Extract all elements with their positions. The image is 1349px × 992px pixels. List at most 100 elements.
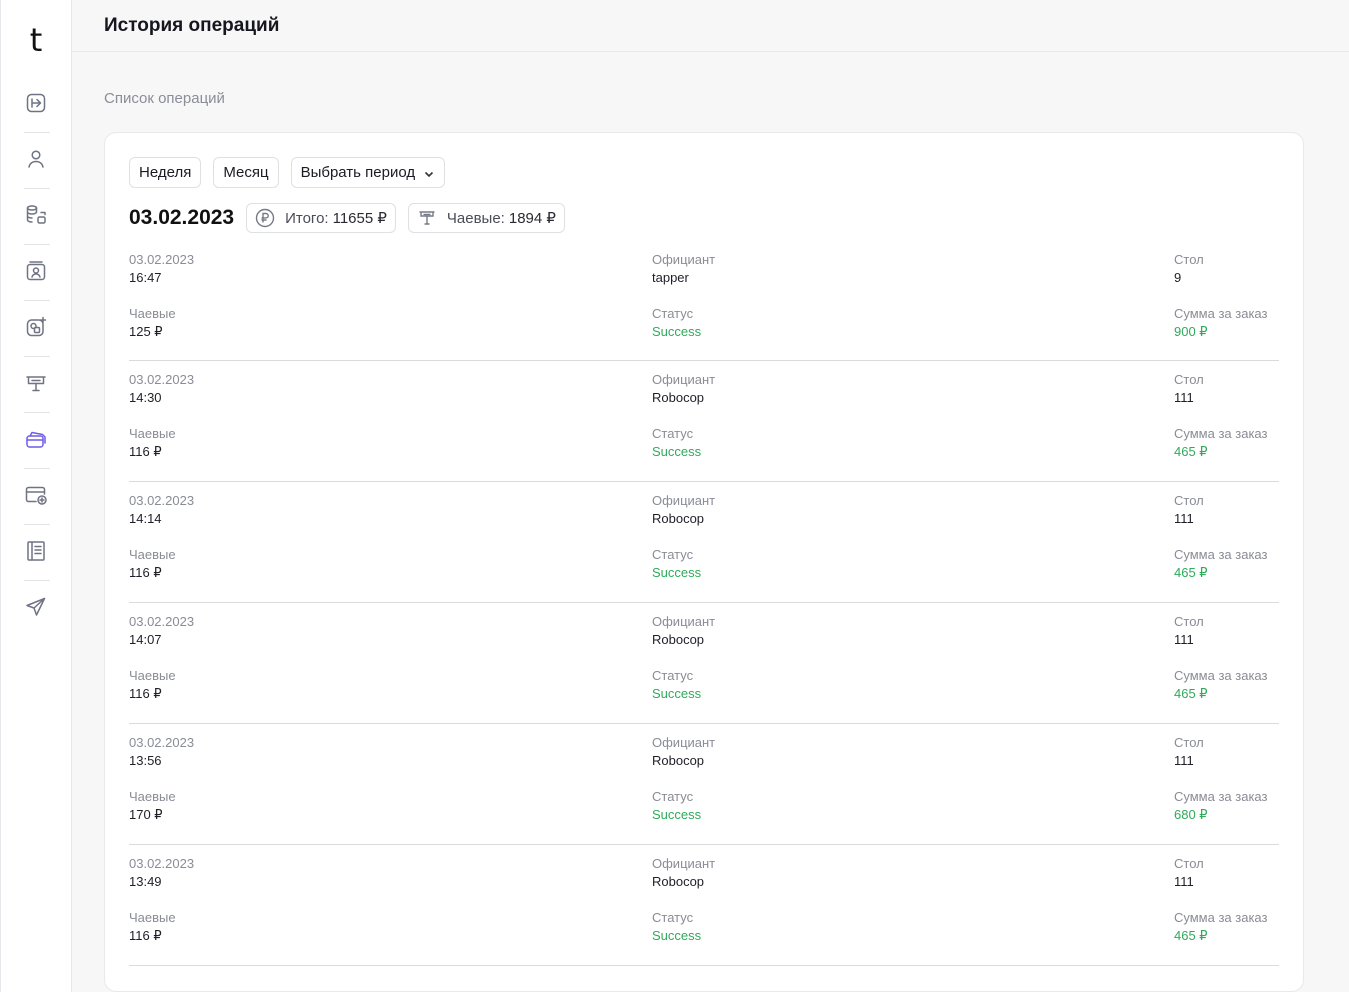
login-icon: [24, 91, 48, 120]
status-value: Success: [652, 928, 702, 943]
tips-chip: Чаевые: 1894 ₽: [407, 203, 565, 233]
week-filter-button[interactable]: Неделя: [129, 157, 202, 188]
chevron-down-icon: [423, 167, 435, 179]
operation-row[interactable]: 03.02.2023 14:30 Официант Robocop Стол 111 …: [129, 361, 1279, 482]
profile-card-icon: [24, 259, 48, 288]
status-value: Success: [652, 324, 702, 339]
op-table: Стол 111: [1174, 855, 1204, 891]
waiter-value: Robocop: [652, 632, 705, 647]
operation-row[interactable]: 03.02.2023 13:56 Официант Robocop Стол 111 …: [129, 724, 1279, 845]
sidebar-item-card-add[interactable]: [1, 469, 71, 525]
group-date: 03.02.2023: [129, 206, 235, 229]
sidebar-item-presentation[interactable]: [1, 357, 71, 413]
op-time: 14:14: [129, 511, 162, 526]
tips-field-label: Чаевые: [129, 668, 176, 683]
order-sum-value: 465 ₽: [1174, 565, 1208, 580]
op-table: Стол 111: [1174, 492, 1204, 528]
op-datetime: 03.02.2023 14:30: [129, 371, 194, 407]
order-sum-value: 900 ₽: [1174, 324, 1208, 339]
tips-label: Чаевые:: [446, 209, 505, 227]
tips-field-label: Чаевые: [129, 789, 176, 804]
op-tips: Чаевые 116 ₽: [129, 425, 176, 461]
status-value: Success: [652, 565, 702, 580]
tips-field-label: Чаевые: [129, 547, 176, 562]
tips-field-value: 116 ₽: [129, 928, 162, 943]
operation-row[interactable]: 03.02.2023 13:49 Официант Robocop Стол 111 …: [129, 845, 1279, 966]
op-table: Стол 111: [1174, 613, 1204, 649]
op-tips: Чаевые 116 ₽: [129, 909, 176, 945]
month-filter-button[interactable]: Месяц: [213, 157, 279, 188]
section-label: Список операций: [104, 90, 225, 107]
sidebar-item-login[interactable]: [1, 77, 71, 133]
op-status: Статус Success: [652, 788, 701, 824]
tips-field-value: 116 ₽: [129, 444, 162, 459]
sidebar-item-cards[interactable]: [1, 413, 71, 469]
day-summary: 03.02.2023 Итого: 11655 ₽ Чаевые: 1894 ₽: [129, 203, 1279, 233]
select-period-label: Выбрать период: [300, 164, 416, 181]
op-table: Стол 9: [1174, 251, 1204, 287]
order-sum-value: 465 ₽: [1174, 928, 1208, 943]
op-waiter: Официант Robocop: [652, 371, 715, 407]
table-value: 9: [1174, 270, 1182, 285]
select-period-dropdown[interactable]: Выбрать период: [290, 157, 446, 188]
op-date: 03.02.2023: [129, 493, 195, 508]
tips-field-value: 116 ₽: [129, 565, 162, 580]
status-value: Success: [652, 807, 702, 822]
op-status: Статус Success: [652, 425, 701, 461]
op-datetime: 03.02.2023 13:56: [129, 734, 194, 770]
op-sum: Сумма за заказ 465 ₽: [1174, 667, 1267, 703]
sidebar-item-user[interactable]: [1, 133, 71, 189]
content: Список операций Неделя Месяц Выбрать пер…: [72, 52, 1349, 992]
table-label: Стол: [1174, 856, 1204, 871]
op-waiter: Официант tapper: [652, 251, 715, 287]
op-status: Статус Success: [652, 667, 701, 703]
operations-list: 03.02.2023 16:47 Официант tapper Стол 9 Чае…: [129, 247, 1279, 966]
sidebar-item-database[interactable]: [1, 189, 71, 245]
table-label: Стол: [1174, 252, 1204, 267]
table-label: Стол: [1174, 493, 1204, 508]
tips-field-label: Чаевые: [129, 426, 176, 441]
order-sum-value: 465 ₽: [1174, 686, 1208, 701]
table-value: 111: [1174, 753, 1194, 768]
app-logo[interactable]: t: [30, 22, 43, 64]
waiter-value: tapper: [652, 270, 689, 285]
op-date: 03.02.2023: [129, 252, 195, 267]
tips-field-value: 170 ₽: [129, 807, 163, 822]
op-datetime: 03.02.2023 13:49: [129, 855, 194, 891]
sidebar: t: [0, 0, 72, 992]
op-tips: Чаевые 125 ₽: [129, 305, 176, 341]
order-sum-label: Сумма за заказ: [1174, 789, 1268, 804]
operation-row[interactable]: 03.02.2023 16:47 Официант tapper Стол 9 Чае…: [129, 247, 1279, 361]
order-sum-label: Сумма за заказ: [1174, 547, 1268, 562]
op-table: Стол 111: [1174, 734, 1204, 770]
op-status: Статус Success: [652, 909, 701, 945]
op-sum: Сумма за заказ 680 ₽: [1174, 788, 1267, 824]
notebook-icon: [24, 539, 48, 568]
ruble-icon: [255, 208, 275, 228]
sidebar-item-send[interactable]: [1, 581, 71, 637]
op-tips: Чаевые 116 ₽: [129, 667, 176, 703]
sidebar-item-notebook[interactable]: [1, 525, 71, 581]
waiter-label: Официант: [652, 372, 716, 387]
sidebar-item-profile[interactable]: [1, 245, 71, 301]
app-root: t История операций Список операций Недел…: [0, 0, 1349, 992]
op-waiter: Официант Robocop: [652, 855, 715, 891]
sidebar-item-widgets[interactable]: [1, 301, 71, 357]
op-sum: Сумма за заказ 465 ₽: [1174, 546, 1267, 582]
op-sum: Сумма за заказ 465 ₽: [1174, 909, 1267, 945]
tips-field-value: 116 ₽: [129, 686, 162, 701]
op-time: 13:56: [129, 753, 162, 768]
page-title: История операций: [104, 14, 280, 36]
waiter-label: Официант: [652, 252, 716, 267]
op-table: Стол 111: [1174, 371, 1204, 407]
top-bar: История операций: [72, 0, 1349, 52]
op-time: 14:30: [129, 390, 162, 405]
operation-row[interactable]: 03.02.2023 14:14 Официант Robocop Стол 111 …: [129, 482, 1279, 603]
operation-row[interactable]: 03.02.2023 14:07 Официант Robocop Стол 111 …: [129, 603, 1279, 724]
op-waiter: Официант Robocop: [652, 613, 715, 649]
order-sum-value: 465 ₽: [1174, 444, 1208, 459]
tips-field-value: 125 ₽: [129, 324, 163, 339]
receipt-icon: [417, 208, 437, 228]
op-status: Статус Success: [652, 305, 701, 341]
waiter-value: Robocop: [652, 390, 705, 405]
